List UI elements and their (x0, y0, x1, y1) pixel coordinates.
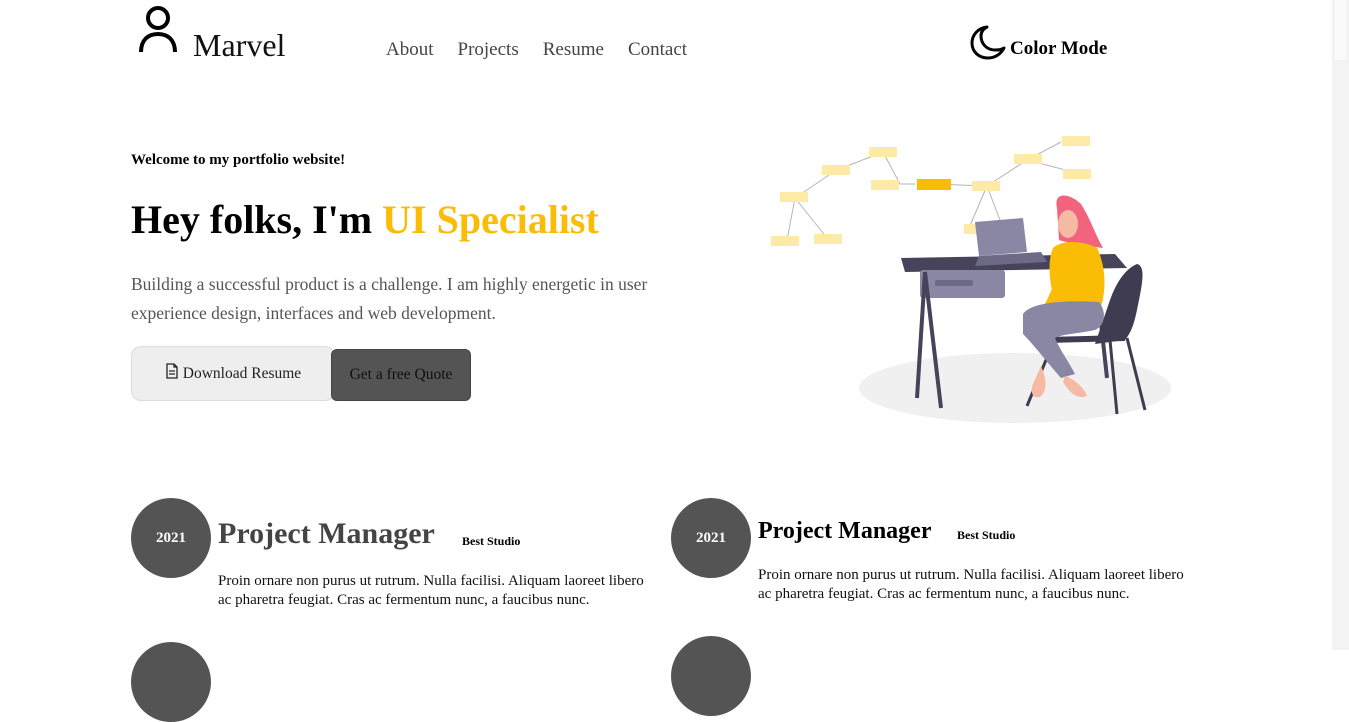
document-icon (166, 362, 178, 379)
download-resume-button[interactable]: Download Resume (131, 346, 335, 401)
headline-accent: UI Specialist (382, 197, 599, 242)
hero-headline: Hey folks, I'm UI Specialist (131, 197, 599, 243)
nav-link-about[interactable]: About (386, 36, 434, 64)
color-mode-label: Color Mode (1010, 38, 1108, 59)
free-quote-label: Get a free Quote (349, 366, 453, 383)
year-badge: 2021 (671, 498, 751, 578)
free-quote-button[interactable]: Get a free Quote (331, 349, 471, 401)
user-icon (139, 6, 177, 52)
experience-title: Project Manager (758, 518, 932, 544)
nav-link-resume[interactable]: Resume (543, 36, 604, 64)
year-badge-partial (671, 636, 751, 716)
year-badge: 2021 (131, 498, 211, 578)
nav-link-contact[interactable]: Contact (628, 36, 687, 64)
hero-intro: Building a successful product is a chall… (131, 274, 648, 323)
experience-company: Best Studio (957, 528, 1016, 542)
welcome-text: Welcome to my portfolio website! (131, 152, 346, 168)
moon-icon (970, 25, 1006, 60)
logo-text[interactable]: Marvel (193, 25, 285, 65)
experience-company: Best Studio (462, 534, 521, 548)
scrollbar-track[interactable] (1332, 0, 1349, 650)
site-header: Marvel About Projects Resume Contact Col… (0, 0, 1332, 100)
experience-description: Proin ornare non purus ut rutrum. Nulla … (758, 567, 1184, 602)
experience-title: Project Manager (218, 517, 435, 550)
scrollbar-thumb[interactable] (1335, 0, 1346, 60)
experience-description: Proin ornare non purus ut rutrum. Nulla … (218, 573, 644, 608)
color-mode-toggle[interactable]: Color Mode (970, 24, 1107, 60)
year-badge-partial (131, 642, 211, 722)
hero-illustration (771, 136, 1171, 423)
download-resume-label: Download Resume (182, 364, 302, 382)
nav-link-projects[interactable]: Projects (458, 36, 519, 64)
main-nav: About Projects Resume Contact (386, 36, 687, 64)
headline-prefix: Hey folks, I'm (131, 197, 383, 242)
